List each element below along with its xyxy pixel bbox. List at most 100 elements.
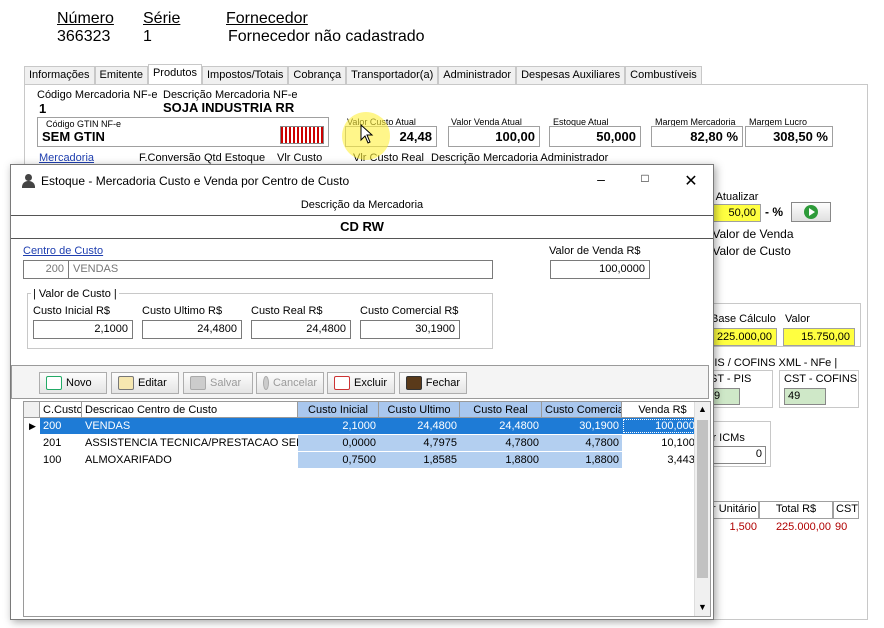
edit-icon	[118, 376, 134, 390]
table-row[interactable]: 30,1900	[542, 418, 622, 434]
cst-cofins-field[interactable]: 49	[784, 388, 826, 405]
custo-real-input[interactable]: 24,4800	[251, 320, 351, 339]
apply-button[interactable]	[791, 202, 831, 222]
row-total[interactable]: 225.000,00	[759, 520, 833, 534]
centro-custo-grid: C.Custo Descricao Centro de Custo Custo …	[23, 401, 711, 617]
tab-impostos-totais[interactable]: Impostos/Totais	[201, 66, 289, 84]
table-row[interactable]: 10,1000	[622, 435, 704, 451]
cancelar-button[interactable]: Cancelar	[256, 372, 324, 394]
grid-header-custo-comercial[interactable]: Custo Comercial	[542, 402, 622, 418]
valor-custo-option[interactable]: r Valor de Custo	[705, 244, 791, 258]
cc-code-input[interactable]: 200	[23, 260, 69, 279]
table-row[interactable]: 100	[40, 452, 82, 468]
novo-button[interactable]: Novo	[39, 372, 107, 394]
table-row[interactable]: 1,8800	[542, 452, 622, 468]
custo-real-label: Custo Real R$	[251, 305, 323, 317]
salvar-label: Salvar	[210, 377, 242, 389]
margem-merc-field[interactable]: 82,80 %	[651, 126, 743, 147]
qtd-estoque-label: Qtd Estoque	[204, 152, 266, 164]
valor-custo-group-label: | Valor de Custo |	[31, 288, 119, 300]
minimize-icon[interactable]: –	[591, 171, 611, 191]
close-icon[interactable]: ✕	[681, 171, 701, 191]
table-row[interactable]: 24,4800	[379, 418, 460, 434]
table-row[interactable]: 1,8585	[379, 452, 460, 468]
valor-venda-input[interactable]: 100,0000	[550, 260, 650, 279]
grid-header-custo-real[interactable]: Custo Real	[460, 402, 542, 418]
exit-icon	[406, 376, 422, 390]
salvar-button[interactable]: Salvar	[183, 372, 253, 394]
table-row[interactable]: 4,7975	[379, 435, 460, 451]
table-row[interactable]: 100,0000	[622, 418, 704, 434]
grid-header-venda[interactable]: Venda R$	[622, 402, 704, 418]
table-row[interactable]: 1,8800	[460, 452, 542, 468]
valor-label: Valor	[785, 313, 810, 325]
table-row[interactable]: 0,7500	[298, 452, 379, 468]
maximize-icon[interactable]: □	[635, 171, 655, 191]
excluir-button[interactable]: Excluir	[327, 372, 395, 394]
tab-bar: Informações Emitente Produtos Impostos/T…	[24, 64, 702, 84]
valor-venda-option[interactable]: r Valor de Venda	[705, 227, 794, 241]
grid-header-custo-inicial[interactable]: Custo Inicial	[298, 402, 379, 418]
barcode-icon[interactable]	[280, 126, 324, 144]
table-row[interactable]: 2,1000	[298, 418, 379, 434]
fechar-button[interactable]: Fechar	[399, 372, 467, 394]
custo-ultimo-label: Custo Ultimo R$	[142, 305, 223, 317]
table-row[interactable]: 200	[40, 418, 82, 434]
cod-merc-value: 1	[39, 101, 47, 116]
fornecedor-label: Fornecedor	[226, 10, 308, 27]
fconversao-label: F.Conversão	[139, 152, 201, 164]
row-cst[interactable]: 90	[833, 520, 859, 534]
grid-indicator-header	[24, 402, 40, 418]
vlr-icms-field[interactable]: 0	[710, 446, 766, 464]
grid-header-descricao[interactable]: Descricao Centro de Custo	[82, 402, 298, 418]
custo-comercial-input[interactable]: 30,1900	[360, 320, 460, 339]
vlr-venda-atual-field[interactable]: 100,00	[448, 126, 540, 147]
excluir-label: Excluir	[354, 377, 388, 389]
table-row[interactable]: 3,4430	[622, 452, 704, 468]
table-row[interactable]: 201	[40, 435, 82, 451]
custo-comercial-label: Custo Comercial R$	[360, 305, 459, 317]
atualizar-label: a Atualizar	[707, 191, 759, 203]
tab-combustiveis[interactable]: Combustíveis	[625, 66, 702, 84]
table-row[interactable]: ASSISTENCIA TECNICA/PRESTACAO SER	[82, 435, 298, 451]
gtin-value[interactable]: SEM GTIN	[42, 129, 105, 144]
row-unitario[interactable]: 1,500	[709, 520, 759, 534]
percent-label: - %	[765, 205, 783, 219]
table-row[interactable]: 24,4800	[460, 418, 542, 434]
tab-administrador[interactable]: Administrador	[438, 66, 517, 84]
table-row[interactable]: 0,0000	[298, 435, 379, 451]
tab-transportador[interactable]: Transportador(a)	[346, 66, 439, 84]
table-row[interactable]: 4,7800	[542, 435, 622, 451]
custo-inicial-input[interactable]: 2,1000	[33, 320, 133, 339]
grid-scrollbar[interactable]: ▲ ▼	[694, 402, 710, 616]
estoque-atual-field[interactable]: 50,000	[549, 126, 641, 147]
table-row[interactable]: VENDAS	[82, 418, 298, 434]
base-calc-label: Base Cálculo	[711, 313, 776, 325]
editar-button[interactable]: Editar	[111, 372, 179, 394]
atualizar-field[interactable]: 50,00	[709, 204, 761, 222]
play-icon	[804, 205, 818, 219]
mercadoria-link[interactable]: Mercadoria	[39, 152, 94, 164]
custo-ultimo-input[interactable]: 24,4800	[142, 320, 242, 339]
tab-emitente[interactable]: Emitente	[94, 66, 148, 84]
tab-informacoes[interactable]: Informações	[24, 66, 95, 84]
tab-despesas-auxiliares[interactable]: Despesas Auxiliares	[516, 66, 626, 84]
scroll-down-icon[interactable]: ▼	[698, 602, 707, 612]
base-calc-field[interactable]: 225.000,00	[711, 328, 777, 346]
row-selected-icon: ▶	[29, 421, 36, 431]
valor-field[interactable]: 15.750,00	[783, 328, 855, 346]
tab-cobranca[interactable]: Cobrança	[288, 66, 347, 84]
grid-header-ccusto[interactable]: C.Custo	[40, 402, 82, 418]
centro-custo-link[interactable]: Centro de Custo	[23, 245, 103, 257]
scroll-up-icon[interactable]: ▲	[698, 404, 707, 414]
tab-produtos[interactable]: Produtos	[147, 64, 202, 84]
table-row[interactable]: 4,7800	[460, 435, 542, 451]
cc-name-input[interactable]: VENDAS	[68, 260, 493, 279]
table-row[interactable]: ALMOXARIFADO	[82, 452, 298, 468]
gtin-label: Código GTIN NF-e	[46, 119, 122, 129]
scroll-thumb[interactable]	[697, 420, 708, 578]
margem-lucro-field[interactable]: 308,50 %	[745, 126, 833, 147]
cst-cofins-box: CST - COFINS 49	[779, 370, 859, 408]
grid-header-custo-ultimo[interactable]: Custo Ultimo	[379, 402, 460, 418]
cst-pis-field[interactable]: 9	[710, 388, 740, 405]
